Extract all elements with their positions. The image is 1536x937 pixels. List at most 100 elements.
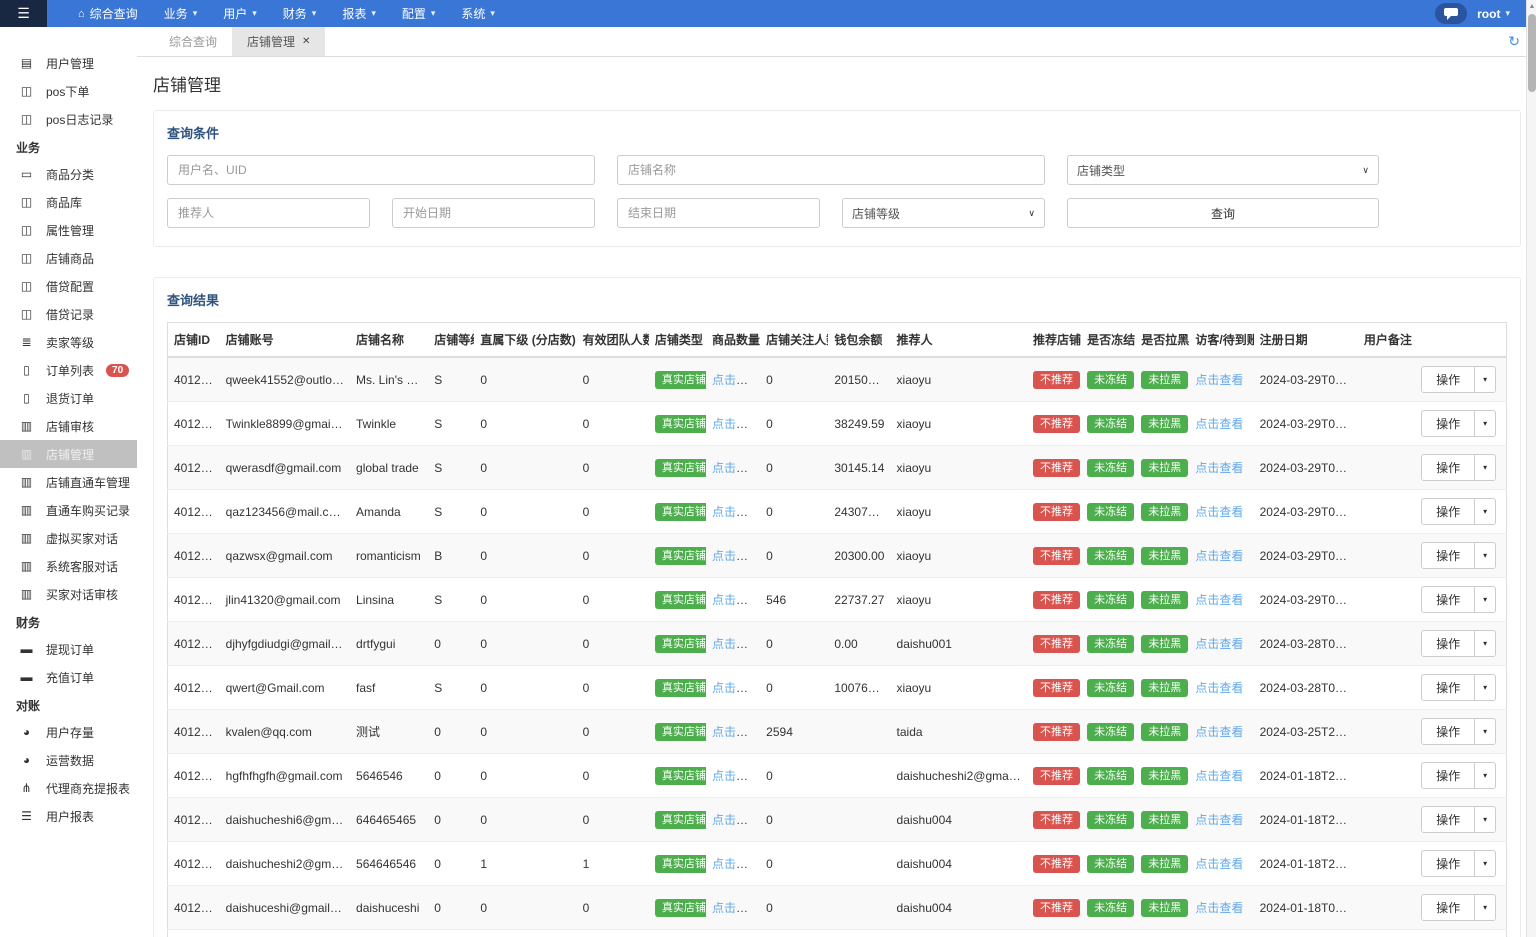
chevron-down-icon[interactable]: ▾ <box>1474 851 1495 876</box>
cell-goods-count[interactable]: 点击查看 <box>706 665 761 710</box>
scrollbar-up-arrow-icon[interactable]: ▲ <box>1528 3 1536 10</box>
cell-goods-count[interactable]: 点击查看 <box>706 356 761 402</box>
view-link[interactable]: 点击查看 <box>712 505 760 519</box>
chevron-down-icon[interactable]: ▾ <box>1474 543 1495 568</box>
shop-name-input[interactable] <box>617 155 1045 185</box>
search-button[interactable]: 查询 <box>1067 198 1379 228</box>
view-link[interactable]: 点击查看 <box>1195 725 1243 739</box>
cell-goods-count[interactable]: 点击查看 <box>706 445 761 490</box>
view-link[interactable]: 点击查看 <box>1195 857 1243 871</box>
view-link[interactable]: 点击查看 <box>712 417 760 431</box>
view-link[interactable]: 点击查看 <box>1195 593 1243 607</box>
sidebar-item-19[interactable]: ▥ 买家对话审核 <box>0 580 137 608</box>
cell-visitor-pending[interactable]: 点击查看 <box>1189 885 1254 930</box>
cell-visitor-pending[interactable]: 点击查看 <box>1189 533 1254 578</box>
cell-visitor-pending[interactable]: 点击查看 <box>1189 356 1254 402</box>
sidebar-item-10[interactable]: ≣ 卖家等级 <box>0 328 137 356</box>
nav-item-4[interactable]: 报表 ▾ <box>329 0 389 27</box>
close-icon[interactable]: ✕ <box>302 36 310 47</box>
sidebar-item-21[interactable]: ▬ 提现订单 <box>0 635 137 663</box>
view-link[interactable]: 点击查看 <box>1195 549 1243 563</box>
shop-type-select[interactable]: 店铺类型 ∨ <box>1067 155 1379 185</box>
cell-goods-count[interactable]: 点击查看 <box>706 929 761 937</box>
sidebar-item-2[interactable]: ◫ pos日志记录 <box>0 105 137 133</box>
sidebar-item-6[interactable]: ◫ 属性管理 <box>0 216 137 244</box>
view-link[interactable]: 点击查看 <box>712 549 760 563</box>
username-input[interactable] <box>167 155 595 185</box>
cell-visitor-pending[interactable]: 点击查看 <box>1189 445 1254 490</box>
chevron-down-icon[interactable]: ▾ <box>1474 587 1495 612</box>
sidebar-item-15[interactable]: ▥ 店铺直通车管理 <box>0 468 137 496</box>
sidebar-item-22[interactable]: ▬ 充值订单 <box>0 663 137 691</box>
sidebar-item-7[interactable]: ◫ 店铺商品 <box>0 244 137 272</box>
user-menu[interactable]: root ▾ <box>1477 7 1510 21</box>
sidebar-item-8[interactable]: ◫ 借贷配置 <box>0 272 137 300</box>
nav-item-3[interactable]: 财务 ▾ <box>270 0 330 27</box>
action-button[interactable]: 操作 ▾ <box>1421 542 1497 569</box>
action-button[interactable]: 操作 ▾ <box>1421 674 1497 701</box>
nav-item-1[interactable]: 业务 ▾ <box>151 0 211 27</box>
action-button[interactable]: 操作 ▾ <box>1421 806 1497 833</box>
action-button[interactable]: 操作 ▾ <box>1421 894 1497 921</box>
sidebar-item-12[interactable]: ▯ 退货订单 <box>0 384 137 412</box>
sidebar-item-0[interactable]: ▤ 用户管理 <box>0 49 137 77</box>
end-date-input[interactable] <box>617 198 820 228</box>
view-link[interactable]: 点击查看 <box>712 593 760 607</box>
cell-visitor-pending[interactable]: 点击查看 <box>1189 665 1254 710</box>
action-button[interactable]: 操作 ▾ <box>1421 498 1497 525</box>
view-link[interactable]: 点击查看 <box>1195 901 1243 915</box>
chevron-down-icon[interactable]: ▾ <box>1474 455 1495 480</box>
referrer-input[interactable] <box>167 198 370 228</box>
nav-item-2[interactable]: 用户 ▾ <box>210 0 270 27</box>
hamburger-menu-icon[interactable]: ☰ <box>0 0 47 27</box>
view-link[interactable]: 点击查看 <box>712 373 760 387</box>
cell-visitor-pending[interactable]: 点击查看 <box>1189 621 1254 666</box>
view-link[interactable]: 点击查看 <box>712 461 760 475</box>
sidebar-item-5[interactable]: ◫ 商品库 <box>0 188 137 216</box>
view-link[interactable]: 点击查看 <box>712 725 760 739</box>
cell-goods-count[interactable]: 点击查看 <box>706 621 761 666</box>
view-link[interactable]: 点击查看 <box>712 857 760 871</box>
cell-goods-count[interactable]: 点击查看 <box>706 885 761 930</box>
action-button[interactable]: 操作 ▾ <box>1421 454 1497 481</box>
action-button[interactable]: 操作 ▾ <box>1421 586 1497 613</box>
cell-goods-count[interactable]: 点击查看 <box>706 533 761 578</box>
shop-level-select[interactable]: 店铺等级 ∨ <box>842 198 1045 228</box>
nav-item-0[interactable]: ⌂ 综合查询 <box>65 0 151 27</box>
sidebar-item-13[interactable]: ▥ 店铺审核 <box>0 412 137 440</box>
nav-item-5[interactable]: 配置 ▾ <box>389 0 449 27</box>
cell-goods-count[interactable]: 点击查看 <box>706 577 761 622</box>
vertical-scrollbar[interactable]: ▲ <box>1526 0 1536 937</box>
view-link[interactable]: 点击查看 <box>712 813 760 827</box>
sidebar-item-1[interactable]: ◫ pos下单 <box>0 77 137 105</box>
sidebar-item-9[interactable]: ◫ 借贷记录 <box>0 300 137 328</box>
view-link[interactable]: 点击查看 <box>712 901 760 915</box>
cell-visitor-pending[interactable]: 点击查看 <box>1189 401 1254 446</box>
cell-goods-count[interactable]: 点击查看 <box>706 489 761 534</box>
scrollbar-thumb[interactable] <box>1528 14 1536 92</box>
action-button[interactable]: 操作 ▾ <box>1421 366 1497 393</box>
chevron-down-icon[interactable]: ▾ <box>1474 631 1495 656</box>
chevron-down-icon[interactable]: ▾ <box>1474 895 1495 920</box>
action-button[interactable]: 操作 ▾ <box>1421 718 1497 745</box>
cell-goods-count[interactable]: 点击查看 <box>706 401 761 446</box>
sidebar-item-11[interactable]: ▯ 订单列表 70 <box>0 356 137 384</box>
view-link[interactable]: 点击查看 <box>1195 417 1243 431</box>
cell-visitor-pending[interactable]: 点击查看 <box>1189 577 1254 622</box>
action-button[interactable]: 操作 ▾ <box>1421 630 1497 657</box>
nav-item-6[interactable]: 系统 ▾ <box>448 0 508 27</box>
sidebar-item-18[interactable]: ▥ 系统客服对话 <box>0 552 137 580</box>
view-link[interactable]: 点击查看 <box>1195 637 1243 651</box>
view-link[interactable]: 点击查看 <box>712 769 760 783</box>
chevron-down-icon[interactable]: ▾ <box>1474 367 1495 392</box>
chevron-down-icon[interactable]: ▾ <box>1474 807 1495 832</box>
sidebar-item-4[interactable]: ▭ 商品分类 <box>0 160 137 188</box>
view-link[interactable]: 点击查看 <box>712 637 760 651</box>
chevron-down-icon[interactable]: ▾ <box>1474 763 1495 788</box>
chat-icon[interactable] <box>1435 3 1468 24</box>
chevron-down-icon[interactable]: ▾ <box>1474 411 1495 436</box>
chevron-down-icon[interactable]: ▾ <box>1474 719 1495 744</box>
cell-goods-count[interactable]: 点击查看 <box>706 841 761 886</box>
sidebar-item-17[interactable]: ▥ 虚拟买家对话 <box>0 524 137 552</box>
action-button[interactable]: 操作 ▾ <box>1421 850 1497 877</box>
